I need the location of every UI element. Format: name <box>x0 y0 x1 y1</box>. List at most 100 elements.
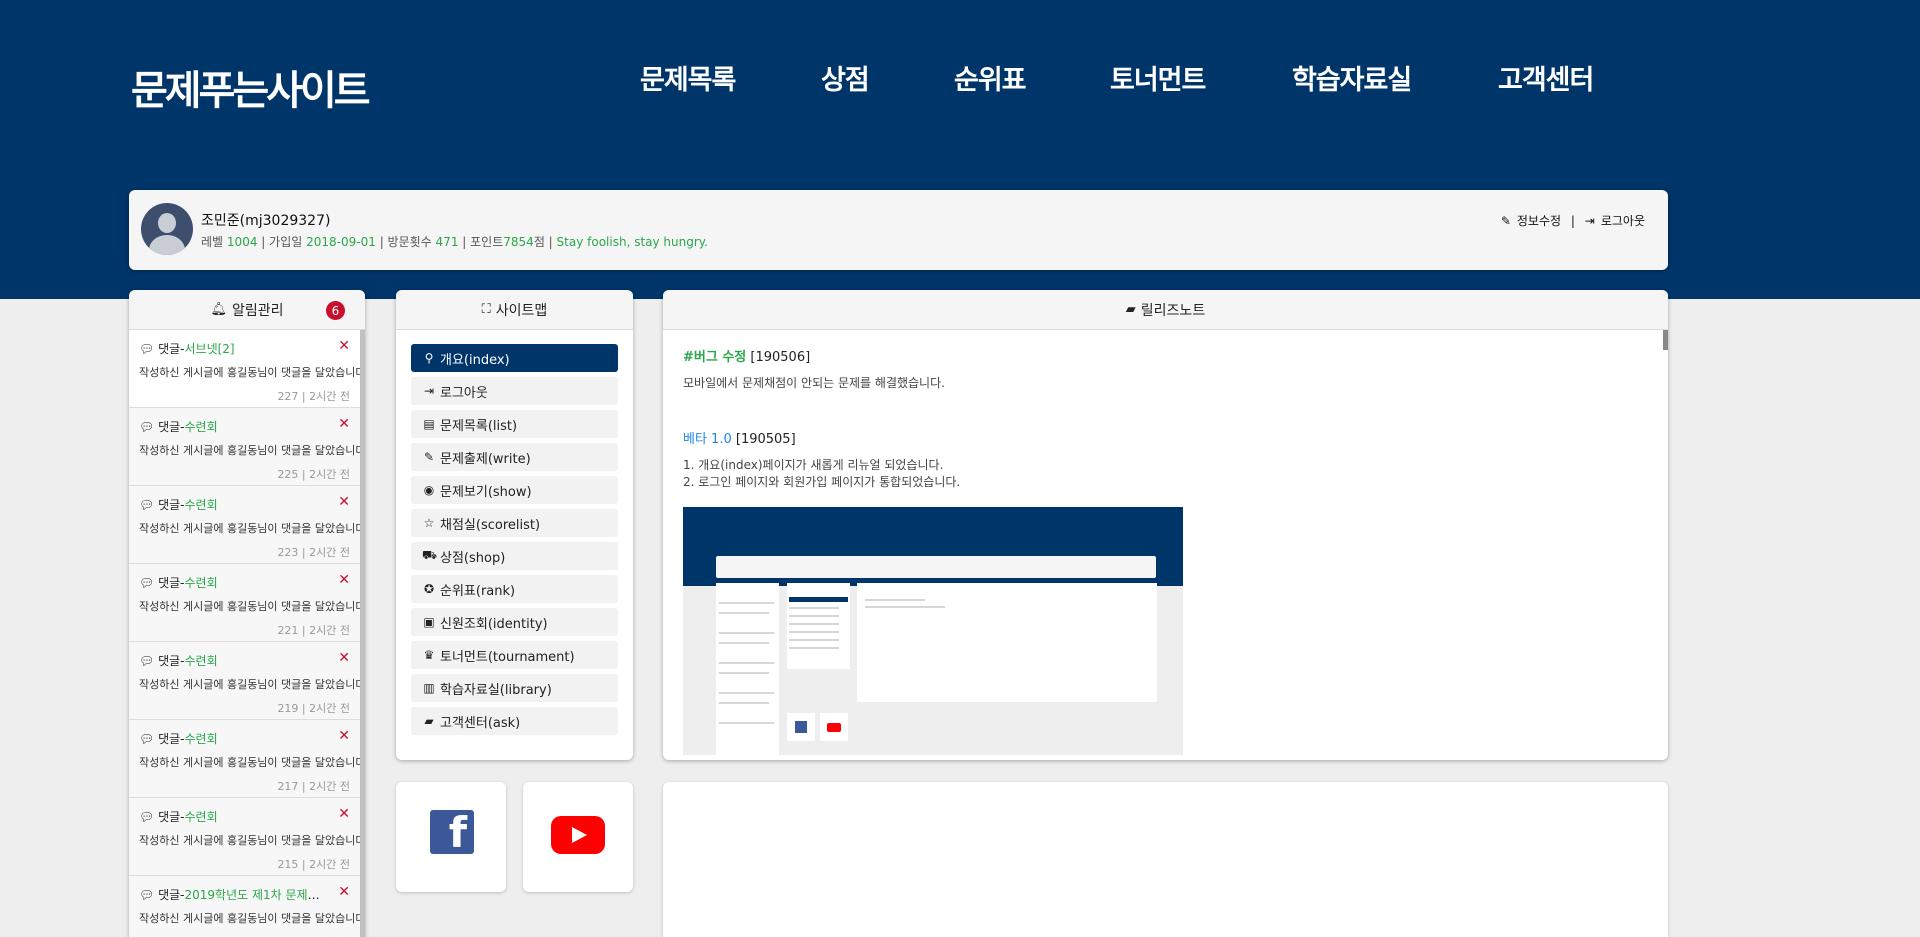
sitemap-item-label: 채점실(scorelist) <box>440 517 541 533</box>
nav-item-library[interactable]: 학습자료실 <box>1292 58 1412 97</box>
notification-title-text[interactable]: 💬︎ 댓글-2019학년도 제1차 문제푸... <box>139 886 329 903</box>
notification-message: 작성하신 게시글에 홍길동님이 댓글을 달았습니다. <box>139 600 365 613</box>
site-logo[interactable]: 문제푸는사이트 <box>131 58 371 116</box>
delete-notification-icon[interactable]: ✕ <box>338 416 350 432</box>
delete-notification-icon[interactable]: ✕ <box>338 338 350 354</box>
notification-item[interactable]: 💬︎ 댓글-수련회 ✕ 작성하신 게시글에 홍길동님이 댓글을 달았습니다. 219 … <box>129 642 365 720</box>
sitemap-item[interactable]: ▣ 신원조회(identity) <box>411 608 618 636</box>
nav-item-support[interactable]: 고객센터 <box>1498 58 1594 97</box>
notification-target[interactable]: 수련회 <box>184 654 217 668</box>
notification-title-text[interactable]: 💬︎ 댓글-수련회 <box>139 808 329 825</box>
notification-target[interactable]: 수련회 <box>184 498 217 512</box>
cart-icon: ⛟ <box>422 548 438 562</box>
sitemap-item[interactable]: ▰ 고객센터(ask) <box>411 707 618 735</box>
notification-target[interactable]: 수련회 <box>184 576 217 590</box>
notification-type: 댓글- <box>158 576 185 590</box>
notification-scrollbar[interactable] <box>360 330 365 937</box>
sitemap-item[interactable]: ♛ 토너먼트(tournament) <box>411 641 618 669</box>
comment-icon: 💬︎ <box>139 498 159 512</box>
notification-meta: 215 | 2시간 전 <box>277 858 350 871</box>
notification-target[interactable]: 수련회 <box>184 732 217 746</box>
notification-item[interactable]: 💬︎ 댓글-2019학년도 제1차 문제푸... ✕ 작성하신 게시글에 홍길동님이… <box>129 876 365 937</box>
library-icon: ▥ <box>423 681 435 695</box>
sitemap-item-label: 문제보기(show) <box>440 484 532 500</box>
id-card-icon: ▣ <box>423 615 435 629</box>
delete-notification-icon[interactable]: ✕ <box>338 494 350 510</box>
facebook-link[interactable]: f <box>396 782 506 892</box>
notification-type: 댓글- <box>158 810 185 824</box>
nav-item-tournament[interactable]: 토너먼트 <box>1110 58 1206 97</box>
notification-meta: 221 | 2시간 전 <box>277 624 350 637</box>
notification-target[interactable]: 2019학년도 제1차 문제푸... <box>184 888 329 902</box>
sitemap-item-label: 신원조회(identity) <box>440 616 548 632</box>
sitemap-item[interactable]: ◉ 문제보기(show) <box>411 476 618 504</box>
sitemap-item-label: 고객센터(ask) <box>440 715 521 731</box>
delete-notification-icon[interactable]: ✕ <box>338 728 350 744</box>
edit-icon: ✎ <box>423 450 435 464</box>
notification-item[interactable]: 💬︎ 댓글-수련회 ✕ 작성하신 게시글에 홍길동님이 댓글을 달았습니다. 223 … <box>129 486 365 564</box>
sitemap-item[interactable]: ✎ 문제출제(write) <box>411 443 618 471</box>
sitemap-header: ⛶ 사이트맵 <box>396 290 633 330</box>
notification-list: 💬︎ 댓글-서브넷[2] ✕ 작성하신 게시글에 홍길동님이 댓글을 달았습니다. 2… <box>129 330 365 937</box>
notification-target[interactable]: 수련회 <box>184 420 217 434</box>
profile-motto: Stay foolish, stay hungry. <box>556 235 708 249</box>
nav-item-shop[interactable]: 상점 <box>821 58 870 97</box>
notification-target[interactable]: 수련회 <box>184 810 217 824</box>
sitemap-item[interactable]: ⇥ 로그아웃 <box>411 377 618 405</box>
sitemap-item[interactable]: ⚲ 개요(index) <box>411 344 618 372</box>
visits-value: 471 <box>435 235 459 249</box>
sitemap-item[interactable]: ✪ 순위표(rank) <box>411 575 618 603</box>
notification-title-text[interactable]: 💬︎ 댓글-수련회 <box>139 496 329 513</box>
notification-message: 작성하신 게시글에 홍길동님이 댓글을 달았습니다. <box>139 444 365 457</box>
notification-type: 댓글- <box>158 888 185 902</box>
comment-icon: 💬︎ <box>139 576 159 590</box>
sitemap-item-label: 토너먼트(tournament) <box>440 649 575 665</box>
notification-target[interactable]: 서브넷[2] <box>184 342 234 356</box>
notification-count-badge: 6 <box>326 301 345 320</box>
notification-meta: 223 | 2시간 전 <box>277 546 350 559</box>
profile-card: 조민준(mj3029327) 레벨 1004 | 가입일 2018-09-01 … <box>129 190 1668 270</box>
logout-button[interactable]: 로그아웃 <box>1601 214 1645 228</box>
comment-icon: 💬︎ <box>139 654 159 668</box>
clipboard-icon: ▤ <box>423 417 435 431</box>
delete-notification-icon[interactable]: ✕ <box>338 884 350 900</box>
notification-title-text[interactable]: 💬︎ 댓글-수련회 <box>139 730 329 747</box>
notification-meta: 227 | 2시간 전 <box>277 390 350 403</box>
visits-label: | 방문횟수 <box>379 235 432 249</box>
release-entry-text: 1. 개요(index)페이지가 새롭게 리뉴얼 되었습니다. 2. 로그인 페… <box>683 457 1648 491</box>
delete-notification-icon[interactable]: ✕ <box>338 650 350 666</box>
sitemap-panel: ⛶ 사이트맵 ⚲ 개요(index) ⇥ 로그아웃 ▤ 문제목록(list) ✎ 문제출제(w… <box>396 290 633 760</box>
delete-notification-icon[interactable]: ✕ <box>338 806 350 822</box>
sitemap-item[interactable]: ▥ 학습자료실(library) <box>411 674 618 702</box>
notification-item[interactable]: 💬︎ 댓글-수련회 ✕ 작성하신 게시글에 홍길동님이 댓글을 달았습니다. 221 … <box>129 564 365 642</box>
sitemap-item[interactable]: ⛟ 상점(shop) <box>411 542 618 570</box>
avatar[interactable] <box>141 203 193 255</box>
sitemap-item[interactable]: ☆ 채점실(scorelist) <box>411 509 618 537</box>
notification-title-text[interactable]: 💬︎ 댓글-수련회 <box>139 574 329 591</box>
notification-title-text[interactable]: 💬︎ 댓글-수련회 <box>139 652 329 669</box>
bell-icon: 🔔︎ <box>210 302 227 317</box>
notification-item[interactable]: 💬︎ 댓글-수련회 ✕ 작성하신 게시글에 홍길동님이 댓글을 달았습니다. 225 … <box>129 408 365 486</box>
nav-item-ranking[interactable]: 순위표 <box>954 58 1027 97</box>
level-label: 레벨 <box>201 235 224 249</box>
profile-name: 조민준(mj3029327) <box>201 213 331 229</box>
nav-item-problem-list[interactable]: 문제목록 <box>640 58 736 97</box>
notification-item[interactable]: 💬︎ 댓글-서브넷[2] ✕ 작성하신 게시글에 홍길동님이 댓글을 달았습니다. 2… <box>129 330 365 408</box>
notification-title-text[interactable]: 💬︎ 댓글-서브넷[2] <box>139 340 329 357</box>
notification-item[interactable]: 💬︎ 댓글-수련회 ✕ 작성하신 게시글에 홍길동님이 댓글을 달았습니다. 217 … <box>129 720 365 798</box>
release-notes-scrollbar[interactable] <box>1663 330 1668 350</box>
release-notes-panel: ▰ 릴리즈노트 #버그 수정 [190506] 모바일에서 문제채점이 안되는 … <box>663 290 1668 760</box>
notification-title: 알림관리 <box>231 302 284 319</box>
sitemap-item-label: 로그아웃 <box>440 385 488 401</box>
logout-icon: ⇥ <box>1584 214 1595 228</box>
notification-message: 작성하신 게시글에 홍길동님이 댓글을 달았습니다. <box>139 366 365 379</box>
sitemap-item-label: 상점(shop) <box>440 550 506 566</box>
notification-panel: 🔔︎ 알림관리 6 💬︎ 댓글-서브넷[2] ✕ 작성하신 게시글에 홍길동님이 댓… <box>129 290 365 937</box>
delete-notification-icon[interactable]: ✕ <box>338 572 350 588</box>
edit-profile-button[interactable]: 정보수정 <box>1517 214 1561 228</box>
notification-item[interactable]: 💬︎ 댓글-수련회 ✕ 작성하신 게시글에 홍길동님이 댓글을 달았습니다. 215 … <box>129 798 365 876</box>
sitemap-item[interactable]: ▤ 문제목록(list) <box>411 410 618 438</box>
youtube-link[interactable] <box>523 782 633 892</box>
notification-title-text[interactable]: 💬︎ 댓글-수련회 <box>139 418 329 435</box>
comment-icon: 💬︎ <box>139 342 159 356</box>
